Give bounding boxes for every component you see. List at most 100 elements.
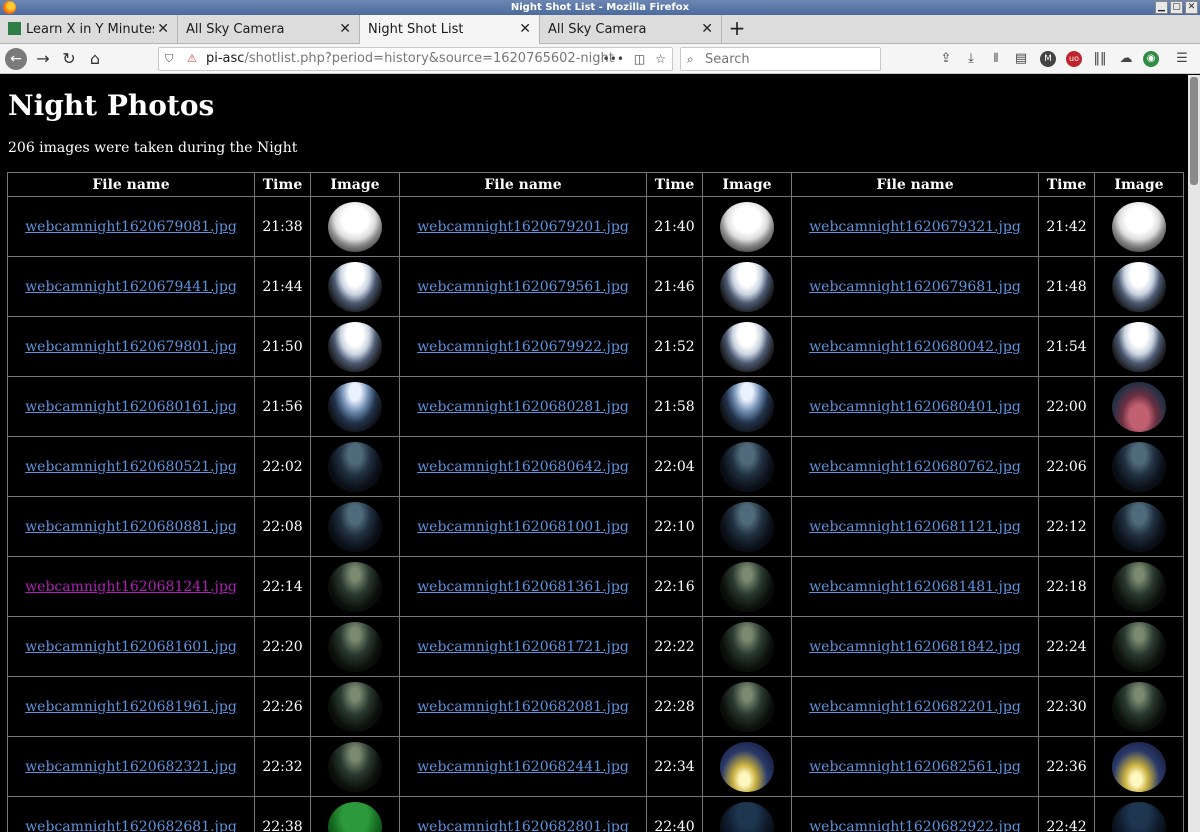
image-file-link[interactable]: webcamnight1620681121.jpg [809, 519, 1021, 535]
home-button[interactable]: ⌂ [83, 47, 107, 71]
sky-thumbnail-image[interactable] [325, 321, 385, 373]
image-file-link[interactable]: webcamnight1620682321.jpg [25, 759, 237, 775]
bookmark-star-icon[interactable]: ☆ [655, 48, 666, 70]
close-icon[interactable]: ✕ [519, 15, 531, 44]
tab-night-shot-list[interactable]: Night Shot List ✕ [360, 15, 540, 44]
image-file-link[interactable]: webcamnight1620681961.jpg [25, 699, 237, 715]
reload-button[interactable]: ↻ [57, 47, 81, 71]
tab-all-sky-camera-2[interactable]: All Sky Camera ✕ [540, 15, 722, 44]
close-icon[interactable]: ✕ [157, 15, 169, 44]
image-file-link[interactable]: webcamnight1620680642.jpg [417, 459, 629, 475]
sky-thumbnail-image[interactable] [1109, 741, 1169, 793]
extension-cloud-icon[interactable]: ☁ [1118, 51, 1134, 67]
ublock-icon[interactable]: uo [1066, 51, 1082, 67]
image-file-link[interactable]: webcamnight1620682081.jpg [417, 699, 629, 715]
library-icon[interactable]: 𝍪 [988, 51, 1004, 67]
page-actions-icon[interactable]: ••• [603, 48, 624, 70]
image-file-link[interactable]: webcamnight1620680161.jpg [25, 399, 237, 415]
sky-thumbnail-image[interactable] [717, 801, 777, 832]
sky-thumbnail-image[interactable] [717, 321, 777, 373]
sky-thumbnail-image[interactable] [1109, 381, 1169, 433]
sky-thumbnail-image[interactable] [1109, 321, 1169, 373]
image-file-link[interactable]: webcamnight1620680521.jpg [25, 459, 237, 475]
sky-thumbnail-image[interactable] [325, 201, 385, 253]
image-file-link[interactable]: webcamnight1620682922.jpg [809, 819, 1021, 832]
image-file-link[interactable]: webcamnight1620679801.jpg [25, 339, 237, 355]
image-file-link[interactable]: webcamnight1620680042.jpg [809, 339, 1021, 355]
sky-thumbnail-image[interactable] [1109, 501, 1169, 553]
sky-thumbnail-image[interactable] [325, 681, 385, 733]
search-input[interactable] [703, 49, 873, 69]
image-file-link[interactable]: webcamnight1620679081.jpg [25, 219, 237, 235]
close-icon[interactable]: ✕ [339, 15, 351, 44]
sky-thumbnail-image[interactable] [325, 381, 385, 433]
sky-thumbnail-image[interactable] [325, 741, 385, 793]
url-bar[interactable]: ⛉ ⚠ pi-asc/shotlist.php?period=history&s… [158, 47, 673, 71]
tracking-shield-icon[interactable]: ⛉ [165, 48, 173, 70]
image-file-link[interactable]: webcamnight1620682561.jpg [809, 759, 1021, 775]
vertical-scrollbar[interactable] [1188, 75, 1200, 832]
image-file-link[interactable]: webcamnight1620681241.jpg [25, 579, 237, 595]
sky-thumbnail-image[interactable] [1109, 801, 1169, 832]
sky-thumbnail-image[interactable] [717, 441, 777, 493]
sky-thumbnail-image[interactable] [325, 261, 385, 313]
image-file-link[interactable]: webcamnight1620682801.jpg [417, 819, 629, 832]
image-file-link[interactable]: webcamnight1620681842.jpg [809, 639, 1021, 655]
sky-thumbnail-image[interactable] [1109, 681, 1169, 733]
sky-thumbnail-image[interactable] [717, 561, 777, 613]
sidebar-icon[interactable]: ▤ [1013, 51, 1029, 67]
image-file-link[interactable]: webcamnight1620680881.jpg [25, 519, 237, 535]
image-file-link[interactable]: webcamnight1620679681.jpg [809, 279, 1021, 295]
close-window-button[interactable]: ✕ [1185, 1, 1198, 14]
sky-thumbnail-image[interactable] [1109, 561, 1169, 613]
forward-button[interactable]: → [31, 47, 55, 71]
sky-thumbnail-image[interactable] [325, 621, 385, 673]
sky-thumbnail-image[interactable] [325, 441, 385, 493]
maximize-button[interactable]: ▢ [1170, 1, 1183, 14]
sky-thumbnail-image[interactable] [717, 741, 777, 793]
sky-thumbnail-image[interactable] [1109, 621, 1169, 673]
downloads-icon[interactable]: ⤓ [963, 51, 979, 67]
image-file-link[interactable]: webcamnight1620679201.jpg [417, 219, 629, 235]
sky-thumbnail-image[interactable] [717, 261, 777, 313]
sky-thumbnail-image[interactable] [1109, 261, 1169, 313]
extension-green-icon[interactable]: ◉ [1143, 51, 1159, 67]
image-file-link[interactable]: webcamnight1620679321.jpg [809, 219, 1021, 235]
sky-thumbnail-image[interactable] [1109, 201, 1169, 253]
minimize-button[interactable]: ▁ [1155, 1, 1168, 14]
new-tab-button[interactable]: + [726, 15, 748, 44]
sky-thumbnail-image[interactable] [717, 681, 777, 733]
image-file-link[interactable]: webcamnight1620681481.jpg [809, 579, 1021, 595]
sky-thumbnail-image[interactable] [717, 381, 777, 433]
back-button[interactable]: ← [5, 48, 27, 70]
image-file-link[interactable]: webcamnight1620681361.jpg [417, 579, 629, 595]
image-file-link[interactable]: webcamnight1620680401.jpg [809, 399, 1021, 415]
image-file-link[interactable]: webcamnight1620682201.jpg [809, 699, 1021, 715]
insecure-connection-icon[interactable]: ⚠ [187, 48, 197, 70]
pocket-icon[interactable]: ◫ [634, 48, 645, 70]
sky-thumbnail-image[interactable] [717, 621, 777, 673]
tab-learn-x[interactable]: Learn X in Y Minutes: S ✕ [0, 15, 178, 44]
extension-bars-icon[interactable]: ‖‖ [1092, 51, 1108, 67]
close-icon[interactable]: ✕ [701, 15, 713, 44]
extension-m-icon[interactable]: M [1040, 51, 1056, 67]
tab-all-sky-camera-1[interactable]: All Sky Camera ✕ [178, 15, 360, 44]
sky-thumbnail-image[interactable] [717, 501, 777, 553]
image-file-link[interactable]: webcamnight1620681001.jpg [417, 519, 629, 535]
image-file-link[interactable]: webcamnight1620680281.jpg [417, 399, 629, 415]
image-file-link[interactable]: webcamnight1620682441.jpg [417, 759, 629, 775]
image-file-link[interactable]: webcamnight1620682681.jpg [25, 819, 237, 832]
sky-thumbnail-image[interactable] [1109, 441, 1169, 493]
search-bar[interactable]: ⌕ [680, 47, 881, 71]
image-file-link[interactable]: webcamnight1620679561.jpg [417, 279, 629, 295]
sky-thumbnail-image[interactable] [325, 801, 385, 832]
image-file-link[interactable]: webcamnight1620679441.jpg [25, 279, 237, 295]
sky-thumbnail-image[interactable] [325, 501, 385, 553]
image-file-link[interactable]: webcamnight1620680762.jpg [809, 459, 1021, 475]
share-icon[interactable]: ⇪ [938, 51, 954, 67]
image-file-link[interactable]: webcamnight1620681601.jpg [25, 639, 237, 655]
sky-thumbnail-image[interactable] [717, 201, 777, 253]
sky-thumbnail-image[interactable] [325, 561, 385, 613]
scrollbar-thumb[interactable] [1190, 77, 1198, 185]
image-file-link[interactable]: webcamnight1620681721.jpg [417, 639, 629, 655]
